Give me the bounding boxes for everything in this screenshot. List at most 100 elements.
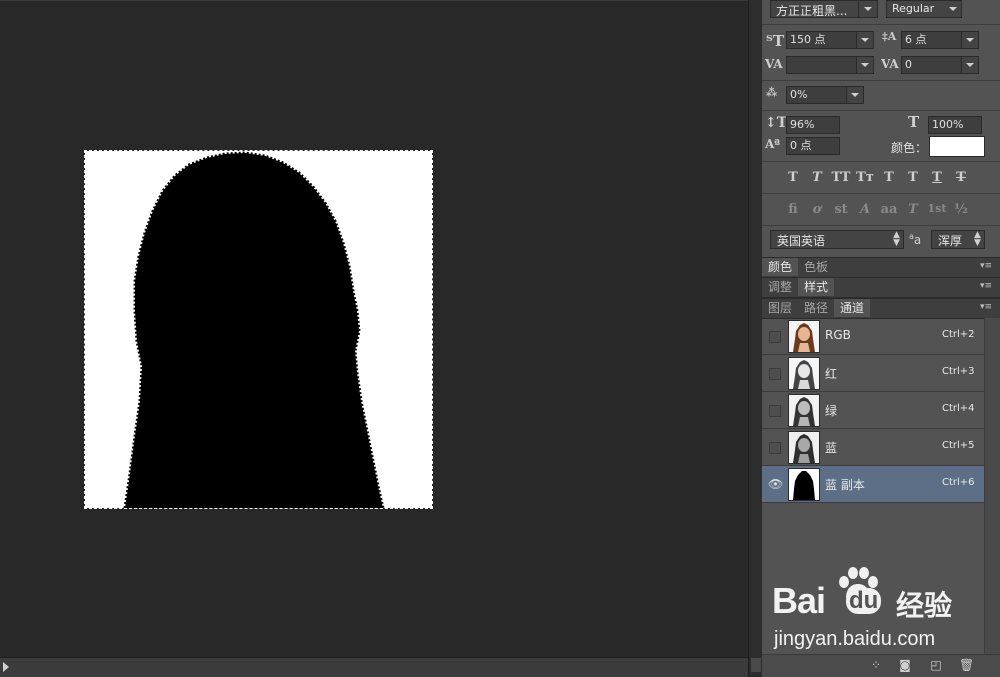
chevron-down-icon xyxy=(861,38,869,42)
swash-button[interactable]: A xyxy=(854,202,876,217)
faux-italic-button[interactable]: T xyxy=(806,170,828,185)
chevron-down-icon xyxy=(861,63,869,67)
tab-color[interactable]: 颜色 xyxy=(762,258,799,276)
horizontal-scale-value: 100% xyxy=(932,118,964,131)
eye-icon[interactable]: 👁 xyxy=(768,477,783,491)
antialias-dropdown[interactable]: 浑厚 ▲ ▼ xyxy=(931,230,985,249)
visibility-toggle[interactable] xyxy=(769,405,781,417)
baseline-shift-value: 0 点 xyxy=(790,139,812,152)
font-family-value: 方正正粗黑... xyxy=(776,4,848,18)
tab-styles[interactable]: 样式 xyxy=(798,278,835,296)
channel-row-green[interactable]: 绿 Ctrl+4 xyxy=(762,392,984,429)
underline-button[interactable]: T xyxy=(926,170,948,185)
titling-alternates-button[interactable]: T xyxy=(902,202,924,217)
tsume-dropdown-button[interactable] xyxy=(846,86,864,104)
panel-menu-icon[interactable]: ▾≡ xyxy=(980,302,992,312)
tab-channels[interactable]: 通道 xyxy=(834,299,871,317)
discretionary-ligatures-button[interactable]: st xyxy=(830,202,852,217)
up-down-arrows-icon: ▲ ▼ xyxy=(974,230,981,248)
vertical-scale-value: 96% xyxy=(790,118,815,131)
opentype-buttons: fi ơ st A aa T 1st ½ xyxy=(782,202,992,218)
font-style-value: Regular xyxy=(892,2,935,15)
channel-name: 蓝 副本 xyxy=(825,478,865,492)
play-arrow-icon[interactable] xyxy=(3,662,9,672)
channels-scrollbar[interactable] xyxy=(984,318,1000,654)
document-canvas-area[interactable] xyxy=(0,0,748,657)
save-selection-icon[interactable]: ◙ xyxy=(899,659,911,671)
vertical-scale-field[interactable]: 96% xyxy=(786,116,840,134)
channel-name: RGB xyxy=(825,328,851,342)
panel-menu-icon[interactable]: ▾≡ xyxy=(980,281,992,291)
channel-name: 蓝 xyxy=(825,441,838,455)
chevron-down-icon xyxy=(949,7,957,11)
faux-bold-button[interactable]: T xyxy=(782,170,804,185)
text-color-swatch[interactable] xyxy=(929,136,985,157)
trash-icon[interactable]: 🗑 xyxy=(959,659,974,671)
ordinals-button[interactable]: 1st xyxy=(926,202,948,215)
strikethrough-button[interactable]: T xyxy=(950,170,972,185)
channels-list: RGB Ctrl+2 红 Ctrl+3 绿 Ctrl+4 蓝 Ctrl+5 👁 … xyxy=(762,318,984,654)
font-size-value: 150 点 xyxy=(790,33,826,46)
canvas-vertical-scrollbar[interactable] xyxy=(748,0,763,676)
tab-adjustments[interactable]: 调整 xyxy=(762,278,798,296)
tracking-value: 0 xyxy=(905,58,912,71)
fractions-button[interactable]: ½ xyxy=(950,202,972,217)
text-style-buttons: T T TT Tт T T T T xyxy=(782,170,992,186)
language-dropdown[interactable]: 英国英语 ▲ ▼ xyxy=(770,230,904,249)
antialias-value: 浑厚 xyxy=(938,234,963,248)
visibility-toggle[interactable] xyxy=(769,368,781,380)
font-family-dropdown-button[interactable] xyxy=(858,0,878,18)
kerning-dropdown-button[interactable] xyxy=(856,56,874,74)
horizontal-scale-icon: T xyxy=(908,113,920,131)
divider xyxy=(762,225,1000,226)
channel-row-red[interactable]: 红 Ctrl+3 xyxy=(762,355,984,392)
tab-swatches[interactable]: 色板 xyxy=(798,258,834,276)
scrollbar-handle[interactable] xyxy=(751,658,761,672)
channel-row-blue-copy[interactable]: 👁 蓝 副本 Ctrl+6 xyxy=(762,466,984,503)
leading-icon: ‡A xyxy=(882,30,897,43)
old-style-button[interactable]: ơ xyxy=(806,202,828,217)
divider xyxy=(762,193,1000,194)
small-caps-button[interactable]: Tт xyxy=(854,170,876,185)
channel-thumbnail xyxy=(788,357,820,390)
tab-paths[interactable]: 路径 xyxy=(798,299,834,317)
leading-dropdown-button[interactable] xyxy=(961,31,979,49)
channels-bottom-bar: ⁘ ◙ ◰ 🗑 xyxy=(762,654,1000,677)
tracking-dropdown-button[interactable] xyxy=(961,56,979,74)
baidu-du-text: du xyxy=(846,588,882,614)
ligatures-button[interactable]: fi xyxy=(782,202,804,217)
visibility-toggle[interactable] xyxy=(769,442,781,454)
channel-thumbnail xyxy=(788,320,820,353)
antialias-icon: aa xyxy=(909,232,921,247)
horizontal-scale-field[interactable]: 100% xyxy=(928,116,982,134)
channel-thumbnail xyxy=(788,431,820,464)
document-image[interactable] xyxy=(84,150,433,509)
channel-row-blue[interactable]: 蓝 Ctrl+5 xyxy=(762,429,984,466)
silhouette-mask-image xyxy=(85,151,432,508)
status-bar xyxy=(0,657,748,677)
tab-layers[interactable]: 图层 xyxy=(762,299,798,317)
channel-name: 红 xyxy=(825,367,838,381)
font-style-dropdown[interactable]: Regular xyxy=(886,0,962,18)
panel-menu-icon[interactable]: ▾≡ xyxy=(980,261,992,271)
portrait-thumbnail-gray xyxy=(789,395,819,426)
visibility-toggle[interactable] xyxy=(769,331,781,343)
leading-value: 6 点 xyxy=(905,33,927,46)
kerning-icon: VA xyxy=(765,57,783,71)
subscript-button[interactable]: T xyxy=(902,170,924,185)
baidu-watermark: Bai du 经验 jingyan.baidu.com xyxy=(772,566,987,656)
chevron-down-icon xyxy=(966,38,974,42)
new-channel-icon[interactable]: ◰ xyxy=(930,659,942,671)
layers-paths-channels-tabbar: 图层 路径 通道 ▾≡ xyxy=(762,298,1000,319)
load-selection-icon[interactable]: ⁘ xyxy=(870,659,882,671)
superscript-button[interactable]: T xyxy=(878,170,900,185)
font-size-dropdown-button[interactable] xyxy=(856,31,874,49)
tsume-value: 0% xyxy=(790,88,808,101)
baseline-shift-field[interactable]: 0 点 xyxy=(786,137,840,155)
all-caps-button[interactable]: TT xyxy=(830,170,852,185)
channel-row-rgb[interactable]: RGB Ctrl+2 xyxy=(762,318,984,355)
divider xyxy=(762,110,1000,111)
baseline-shift-icon: Aª xyxy=(765,137,781,151)
channel-shortcut: Ctrl+2 xyxy=(942,329,975,340)
stylistic-alternates-button[interactable]: aa xyxy=(878,202,900,217)
